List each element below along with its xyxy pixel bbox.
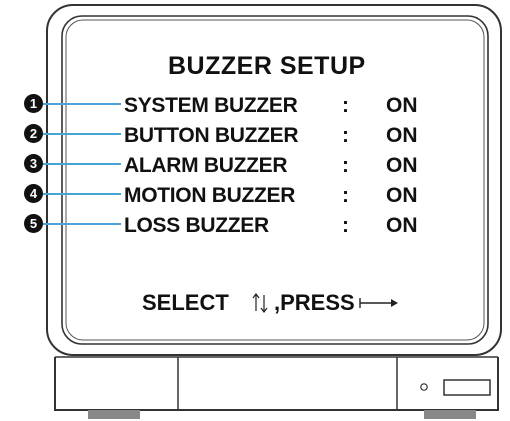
- system-buzzer-label[interactable]: SYSTEM BUZZER: [124, 95, 298, 116]
- loss-buzzer-value[interactable]: ON: [386, 215, 418, 236]
- motion-buzzer-label[interactable]: MOTION BUZZER: [124, 185, 295, 206]
- marker-2-icon: 2: [24, 124, 43, 143]
- system-buzzer-value[interactable]: ON: [386, 95, 418, 116]
- button-buzzer-value[interactable]: ON: [386, 125, 418, 146]
- right-foot: [424, 410, 476, 419]
- button-buzzer-label[interactable]: BUTTON BUZZER: [124, 125, 299, 146]
- monitor-base: [54, 357, 499, 411]
- leader-line-1: [43, 103, 121, 105]
- leader-line-4: [43, 193, 121, 195]
- left-foot: [88, 410, 140, 419]
- loss-buzzer-separator: :: [342, 214, 349, 237]
- alarm-buzzer-value[interactable]: ON: [386, 155, 418, 176]
- loss-buzzer-label[interactable]: LOSS BUZZER: [124, 215, 269, 236]
- marker-4-icon: 4: [24, 184, 43, 203]
- menu-title: BUZZER SETUP: [168, 52, 366, 80]
- marker-3-icon: 3: [24, 154, 43, 173]
- button-buzzer-separator: :: [342, 124, 349, 147]
- leader-line-3: [43, 163, 121, 165]
- footer-press-text: ,PRESS: [274, 290, 355, 315]
- alarm-buzzer-separator: :: [342, 154, 349, 177]
- power-led-icon: [420, 383, 428, 391]
- motion-buzzer-value[interactable]: ON: [386, 185, 418, 206]
- marker-1-icon: 1: [24, 94, 43, 113]
- leader-line-5: [43, 223, 121, 225]
- marker-5-icon: 5: [24, 214, 43, 233]
- enter-arrow-icon: [359, 298, 398, 308]
- footer-select-text: SELECT: [142, 290, 229, 315]
- motion-buzzer-separator: :: [342, 184, 349, 207]
- system-buzzer-separator: :: [342, 94, 349, 117]
- up-down-arrows-icon: [252, 293, 268, 313]
- front-slot-icon: [443, 379, 491, 396]
- alarm-buzzer-label[interactable]: ALARM BUZZER: [124, 155, 288, 176]
- leader-line-2: [43, 133, 121, 135]
